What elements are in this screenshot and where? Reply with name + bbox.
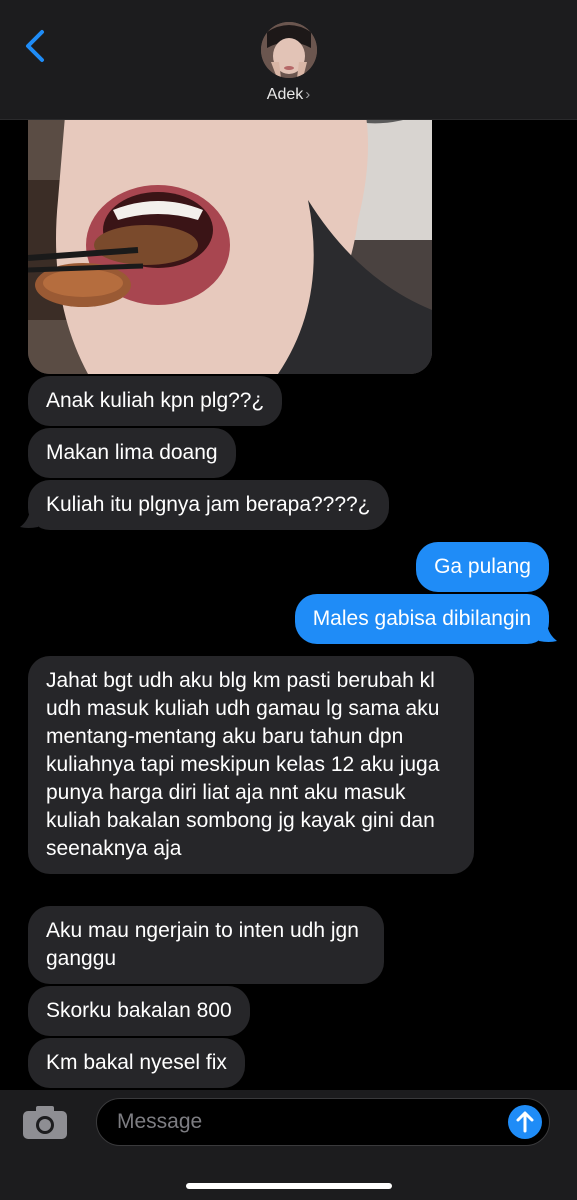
contact-name-button[interactable]: Adek › (0, 86, 577, 104)
message-bubble-incoming[interactable]: Kuliah itu plgnya jam berapa????¿ (28, 480, 389, 530)
message-text: Males gabisa dibilangin (312, 607, 531, 630)
message-bubble-incoming[interactable]: Km bakal nyesel fix (28, 1038, 245, 1088)
conversation-header: Adek › (0, 0, 577, 120)
message-bubble-incoming[interactable]: Aku mau ngerjain to inten udh jgn ganggu (28, 906, 384, 984)
photo-message[interactable] (28, 80, 432, 374)
bubble-tail (20, 511, 38, 528)
back-button[interactable] (18, 26, 52, 66)
message-bubble-incoming[interactable]: Skorku bakalan 800 (28, 986, 250, 1036)
camera-icon (23, 1106, 67, 1139)
chevron-right-icon: › (305, 86, 311, 103)
message-text: Makan lima doang (46, 441, 218, 464)
contact-name: Adek (266, 86, 304, 103)
photo-image (28, 80, 432, 374)
camera-button[interactable] (22, 1104, 68, 1140)
message-text: Jahat bgt udh aku blg km pasti berubah k… (46, 669, 440, 860)
message-input[interactable]: Message (96, 1098, 550, 1146)
message-text: Kuliah itu plgnya jam berapa????¿ (46, 493, 371, 516)
chevron-left-icon (26, 30, 44, 62)
message-text: Skorku bakalan 800 (46, 999, 232, 1022)
message-text: Ga pulang (434, 555, 531, 578)
message-text: Anak kuliah kpn plg??¿ (46, 389, 265, 412)
message-bubble-outgoing[interactable]: Males gabisa dibilangin (294, 594, 549, 644)
message-text: Aku mau ngerjain to inten udh jgn ganggu (46, 919, 359, 970)
message-bubble-incoming[interactable]: Makan lima doang (28, 428, 236, 478)
home-indicator (186, 1183, 392, 1189)
message-text: Km bakal nyesel fix (46, 1051, 227, 1074)
message-thread[interactable]: Anak kuliah kpn plg??¿ Makan lima doang … (0, 0, 577, 1090)
message-input-placeholder: Message (117, 1110, 203, 1133)
avatar-image (261, 22, 317, 78)
bubble-tail (539, 625, 557, 642)
message-bubble-incoming[interactable]: Anak kuliah kpn plg??¿ (28, 376, 283, 426)
avatar[interactable] (261, 22, 317, 78)
message-bubble-incoming[interactable]: Jahat bgt udh aku blg km pasti berubah k… (28, 656, 474, 874)
arrow-up-icon (516, 1111, 534, 1133)
message-bubble-outgoing[interactable]: Ga pulang (416, 542, 549, 592)
send-button[interactable] (508, 1105, 542, 1139)
